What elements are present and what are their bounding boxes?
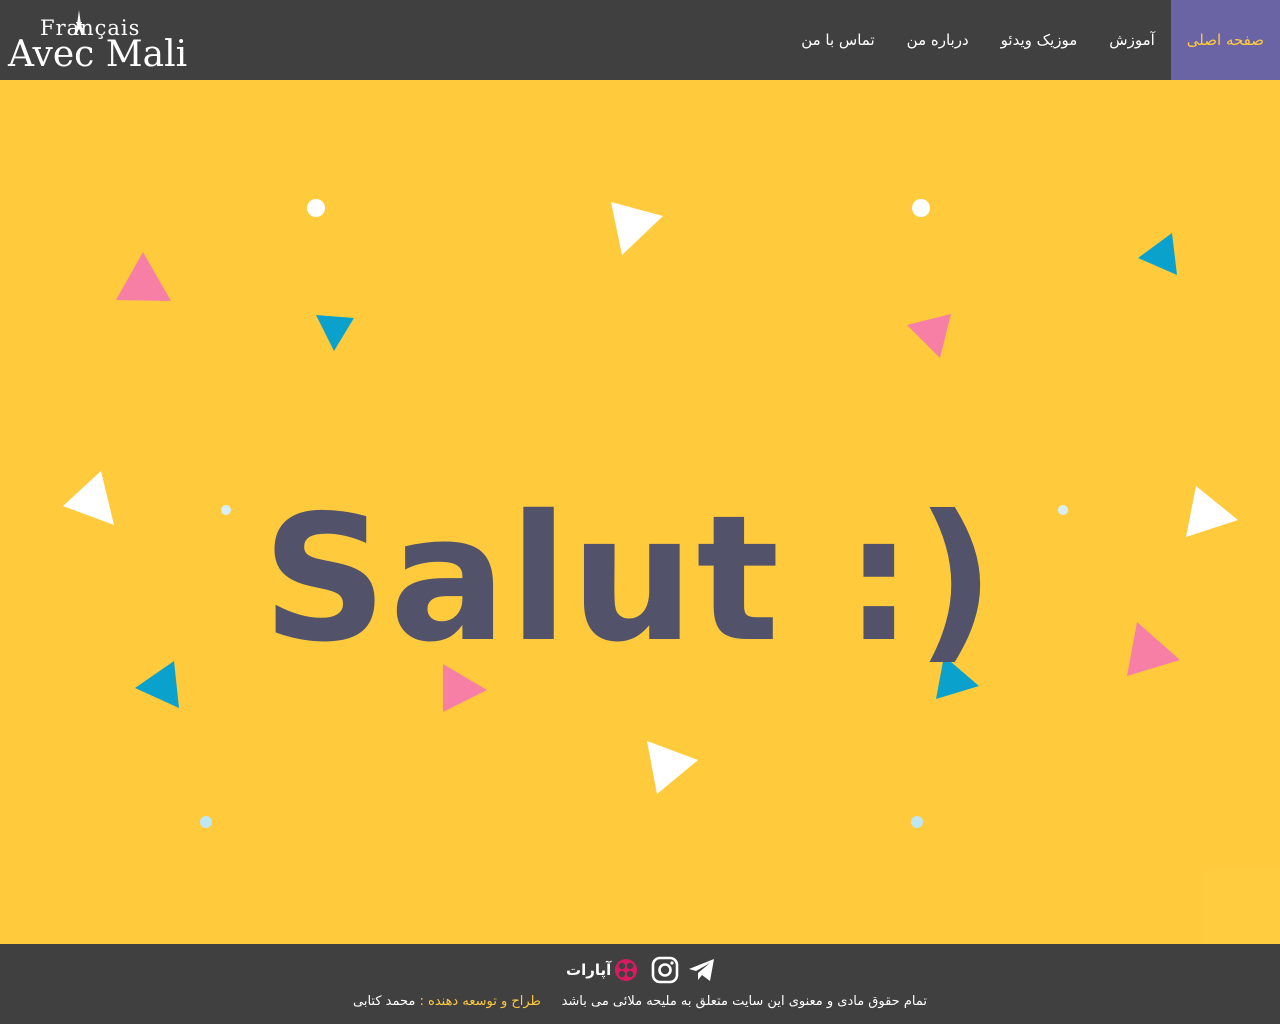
confetti-dot [1058, 505, 1068, 515]
designer-name[interactable]: محمد کتابی [353, 994, 415, 1009]
hero-headline: Salut :) [262, 478, 998, 681]
confetti-triangle [63, 471, 114, 525]
confetti-triangle [647, 741, 698, 794]
designer-label: طراح و توسعه دهنده : [419, 994, 541, 1009]
nav-item-contact[interactable]: تماس با من [785, 0, 890, 80]
confetti-triangle [1186, 486, 1238, 537]
nav-item-about[interactable]: درباره من [891, 0, 985, 80]
footer-credits: تمام حقوق مادی و معنوی این سایت متعلق به… [300, 994, 980, 1009]
confetti-triangle [1138, 233, 1177, 275]
instagram-icon[interactable] [651, 956, 679, 984]
aparat-link[interactable]: آپارات [566, 957, 639, 983]
confetti-dot [221, 505, 231, 515]
site-header: Français Avec Mali صفحه اصلی آموزش موزیک… [0, 0, 1280, 80]
main-nav: صفحه اصلی آموزش موزیک ویدئو درباره من تم… [785, 0, 1280, 80]
aparat-label: آپارات [566, 961, 612, 979]
confetti-dot [911, 816, 923, 828]
nav-item-music-video[interactable]: موزیک ویدئو [985, 0, 1094, 80]
back-to-top-area[interactable] [1202, 870, 1280, 948]
social-links: آپارات [566, 954, 717, 986]
confetti-dot [307, 199, 325, 217]
telegram-icon[interactable] [687, 957, 717, 983]
confetti-triangle [316, 315, 354, 351]
copyright-text: تمام حقوق مادی و معنوی این سایت متعلق به… [561, 994, 927, 1009]
nav-item-home[interactable]: صفحه اصلی [1170, 0, 1280, 80]
aparat-icon [615, 959, 638, 981]
confetti-triangle [611, 202, 663, 255]
hero-banner: Salut :) [0, 80, 1280, 948]
confetti-dot [200, 816, 212, 828]
confetti-triangle [1127, 622, 1180, 676]
nav-item-tutorials[interactable]: آموزش [1093, 0, 1171, 80]
confetti-dot [912, 199, 930, 217]
site-logo[interactable]: Français Avec Mali [8, 8, 188, 75]
confetti-triangle [116, 252, 171, 301]
confetti-triangle [135, 661, 179, 708]
confetti-triangle [907, 314, 951, 358]
logo-line-2: Avec Mali [8, 34, 188, 75]
